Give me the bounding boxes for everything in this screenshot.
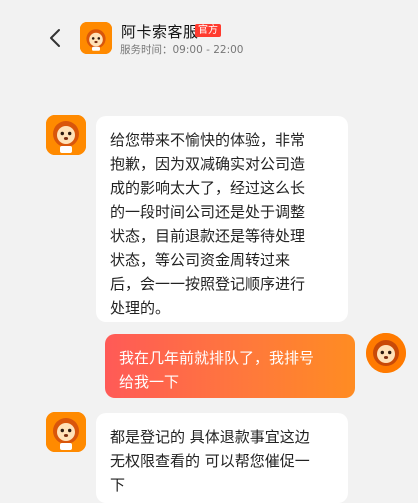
agent-message-bubble: 都是登记的 具体退款事宜这边 无权限查看的 可以帮您催促一 下 — [96, 413, 348, 503]
agent-avatar[interactable] — [46, 412, 86, 452]
chat-title: 阿卡索客服 — [121, 23, 199, 41]
agent-avatar[interactable] — [46, 115, 86, 155]
lion-mascot-icon — [46, 412, 86, 452]
chevron-left-icon — [50, 29, 60, 47]
lion-mascot-icon — [46, 115, 86, 155]
lion-mascot-icon — [80, 22, 112, 54]
official-badge: 官方 — [195, 24, 221, 37]
agent-message-bubble: 给您带来不愉快的体验，非常 抱歉，因为双减确实对公司造 成的影响太大了，经过这么… — [96, 116, 348, 322]
service-hours: 服务时间：09:00 - 22:00 — [120, 44, 244, 56]
user-avatar[interactable] — [366, 333, 406, 373]
user-message-bubble: 我在几年前就排队了，我排号 给我一下 — [105, 334, 355, 398]
service-avatar[interactable] — [80, 22, 112, 54]
back-button[interactable] — [46, 26, 66, 50]
chat-header: 阿卡索客服 官方 服务时间：09:00 - 22:00 — [0, 0, 418, 70]
lion-mascot-icon — [366, 333, 406, 373]
